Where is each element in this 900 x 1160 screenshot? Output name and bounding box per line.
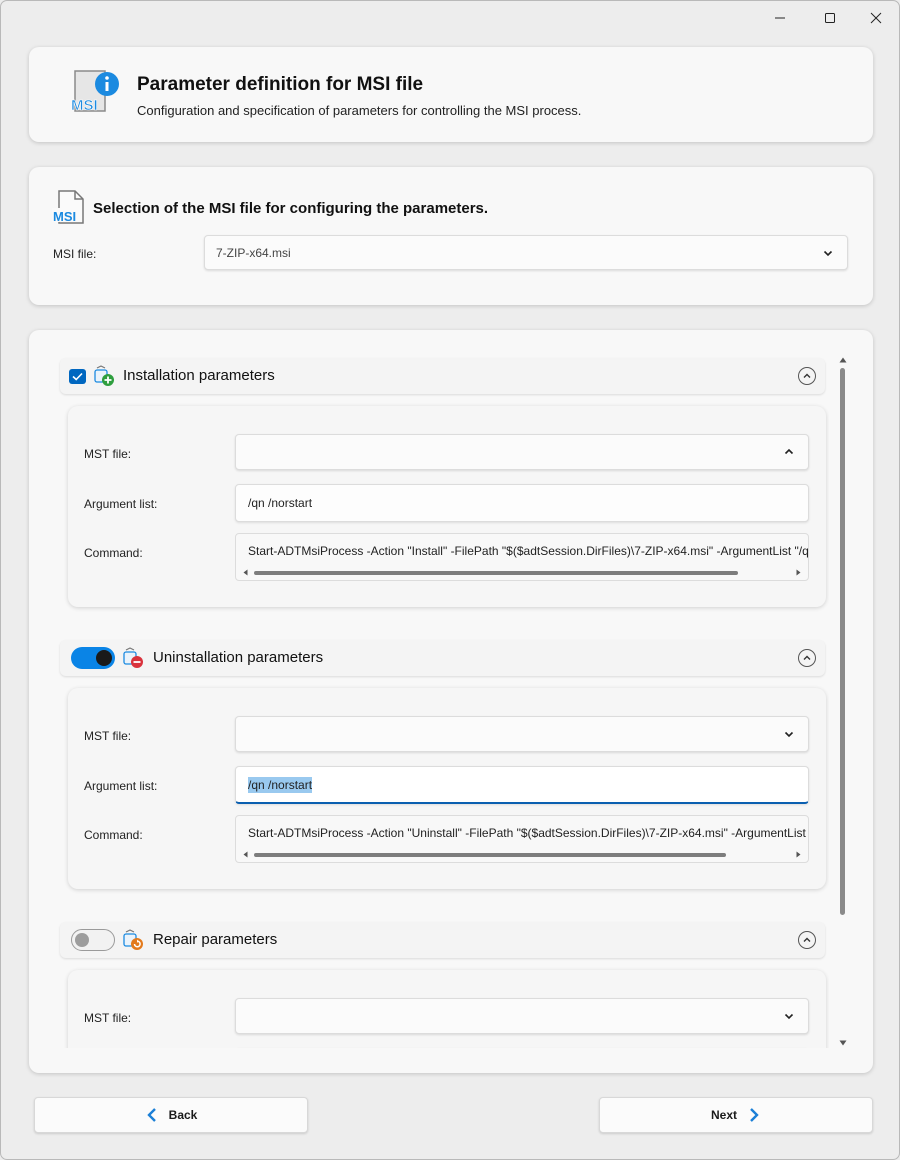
selection-title: Selection of the MSI file for configurin…	[93, 200, 489, 217]
maximize-button[interactable]	[807, 5, 853, 31]
uninstall-enable-toggle[interactable]	[71, 647, 115, 669]
toggle-knob	[96, 650, 112, 666]
repair-section-header: Repair parameters	[60, 922, 825, 958]
uninstall-command-label: Command:	[84, 828, 143, 842]
close-icon	[870, 12, 882, 24]
scroll-left-icon	[243, 569, 248, 576]
scroll-left-icon	[243, 851, 248, 858]
uninstall-args-label: Argument list:	[84, 779, 158, 793]
install-section-body: MST file: Argument list: /qn /norstart C…	[68, 406, 826, 607]
install-section-title: Installation parameters	[123, 367, 275, 384]
chevron-up-icon	[803, 937, 811, 942]
repair-mst-label: MST file:	[84, 1011, 132, 1025]
uninstall-command-hscroll-thumb[interactable]	[254, 853, 726, 857]
scroll-right-icon	[796, 569, 801, 576]
uninstall-command-box[interactable]: Start-ADTMsiProcess -Action "Uninstall" …	[235, 815, 809, 863]
install-command-label: Command:	[84, 546, 143, 560]
repair-enable-toggle[interactable]	[71, 929, 115, 951]
uninstall-collapse-button[interactable]	[798, 649, 816, 667]
msi-file-icon-text: MSI	[53, 209, 76, 224]
chevron-down-icon	[823, 250, 833, 257]
msi-icon-text: MSI	[71, 97, 98, 114]
install-args-label: Argument list:	[84, 497, 158, 511]
repair-package-icon	[121, 928, 145, 952]
chevron-up-icon	[803, 655, 811, 660]
chevron-up-icon	[803, 373, 811, 378]
uninstall-mst-label: MST file:	[84, 729, 132, 743]
parameters-card: Installation parameters MST file: Argume…	[29, 330, 873, 1073]
close-button[interactable]	[853, 5, 899, 31]
page-title: Parameter definition for MSI file	[137, 74, 424, 95]
back-button[interactable]: Back	[34, 1097, 308, 1133]
uninstall-args-input[interactable]: /qn /norstart	[235, 766, 809, 804]
install-command-hscroll-thumb[interactable]	[254, 571, 738, 575]
repair-collapse-button[interactable]	[798, 931, 816, 949]
install-args-value: /qn /norstart	[248, 496, 313, 510]
msi-selection-card: MSI Selection of the MSI file for config…	[29, 167, 873, 305]
uninstall-args-value: /qn /norstart	[248, 777, 313, 793]
uninstall-package-icon	[121, 646, 145, 670]
install-section-header: Installation parameters	[60, 358, 825, 394]
msi-file-icon: MSI	[51, 189, 87, 225]
chevron-down-icon	[784, 731, 794, 738]
chevron-left-icon	[146, 1108, 156, 1122]
install-args-input[interactable]: /qn /norstart	[235, 484, 809, 522]
msi-info-icon: MSI	[69, 67, 123, 121]
install-enable-checkbox[interactable]	[69, 369, 86, 384]
title-bar	[1, 1, 899, 35]
scroll-down-icon[interactable]	[839, 1039, 847, 1047]
msi-file-dropdown[interactable]: 7-ZIP-x64.msi	[204, 235, 848, 270]
maximize-icon	[825, 13, 835, 23]
toggle-knob	[75, 933, 89, 947]
install-command-box[interactable]: Start-ADTMsiProcess -Action "Install" -F…	[235, 533, 809, 581]
uninstall-command-hscrollbar[interactable]	[242, 850, 802, 859]
install-collapse-button[interactable]	[798, 367, 816, 385]
repair-mst-dropdown[interactable]	[235, 998, 809, 1034]
minimize-icon	[775, 17, 785, 19]
install-mst-dropdown[interactable]	[235, 434, 809, 470]
uninstall-command-text: Start-ADTMsiProcess -Action "Uninstall" …	[248, 826, 809, 840]
scroll-up-icon[interactable]	[839, 356, 847, 364]
header-card: MSI Parameter definition for MSI file Co…	[29, 47, 873, 142]
uninstall-section-body: MST file: Argument list: /qn /norstart C…	[68, 688, 826, 889]
back-button-label: Back	[168, 1108, 198, 1122]
next-button[interactable]: Next	[599, 1097, 873, 1133]
install-command-hscrollbar[interactable]	[242, 568, 802, 577]
app-window: MSI Parameter definition for MSI file Co…	[0, 0, 900, 1160]
scroll-right-icon	[796, 851, 801, 858]
install-package-icon	[92, 364, 116, 388]
msi-file-value: 7-ZIP-x64.msi	[216, 246, 291, 260]
chevron-up-icon	[784, 448, 794, 455]
minimize-button[interactable]	[757, 5, 803, 31]
repair-section-body: MST file:	[68, 970, 826, 1048]
chevron-down-icon	[784, 1013, 794, 1020]
install-command-text: Start-ADTMsiProcess -Action "Install" -F…	[248, 544, 809, 558]
page-subtitle: Configuration and specification of param…	[137, 103, 582, 118]
install-mst-label: MST file:	[84, 447, 132, 461]
checkmark-icon	[72, 372, 83, 381]
parameters-scroll-area[interactable]: Installation parameters MST file: Argume…	[29, 330, 829, 1048]
uninstall-section-title: Uninstallation parameters	[153, 649, 324, 666]
uninstall-section-header: Uninstallation parameters	[60, 640, 825, 676]
repair-section-title: Repair parameters	[153, 931, 278, 948]
msi-file-label: MSI file:	[53, 247, 97, 261]
uninstall-mst-dropdown[interactable]	[235, 716, 809, 752]
chevron-right-icon	[750, 1108, 759, 1122]
next-button-label: Next	[710, 1108, 737, 1122]
parameters-vscroll-thumb[interactable]	[840, 368, 845, 915]
